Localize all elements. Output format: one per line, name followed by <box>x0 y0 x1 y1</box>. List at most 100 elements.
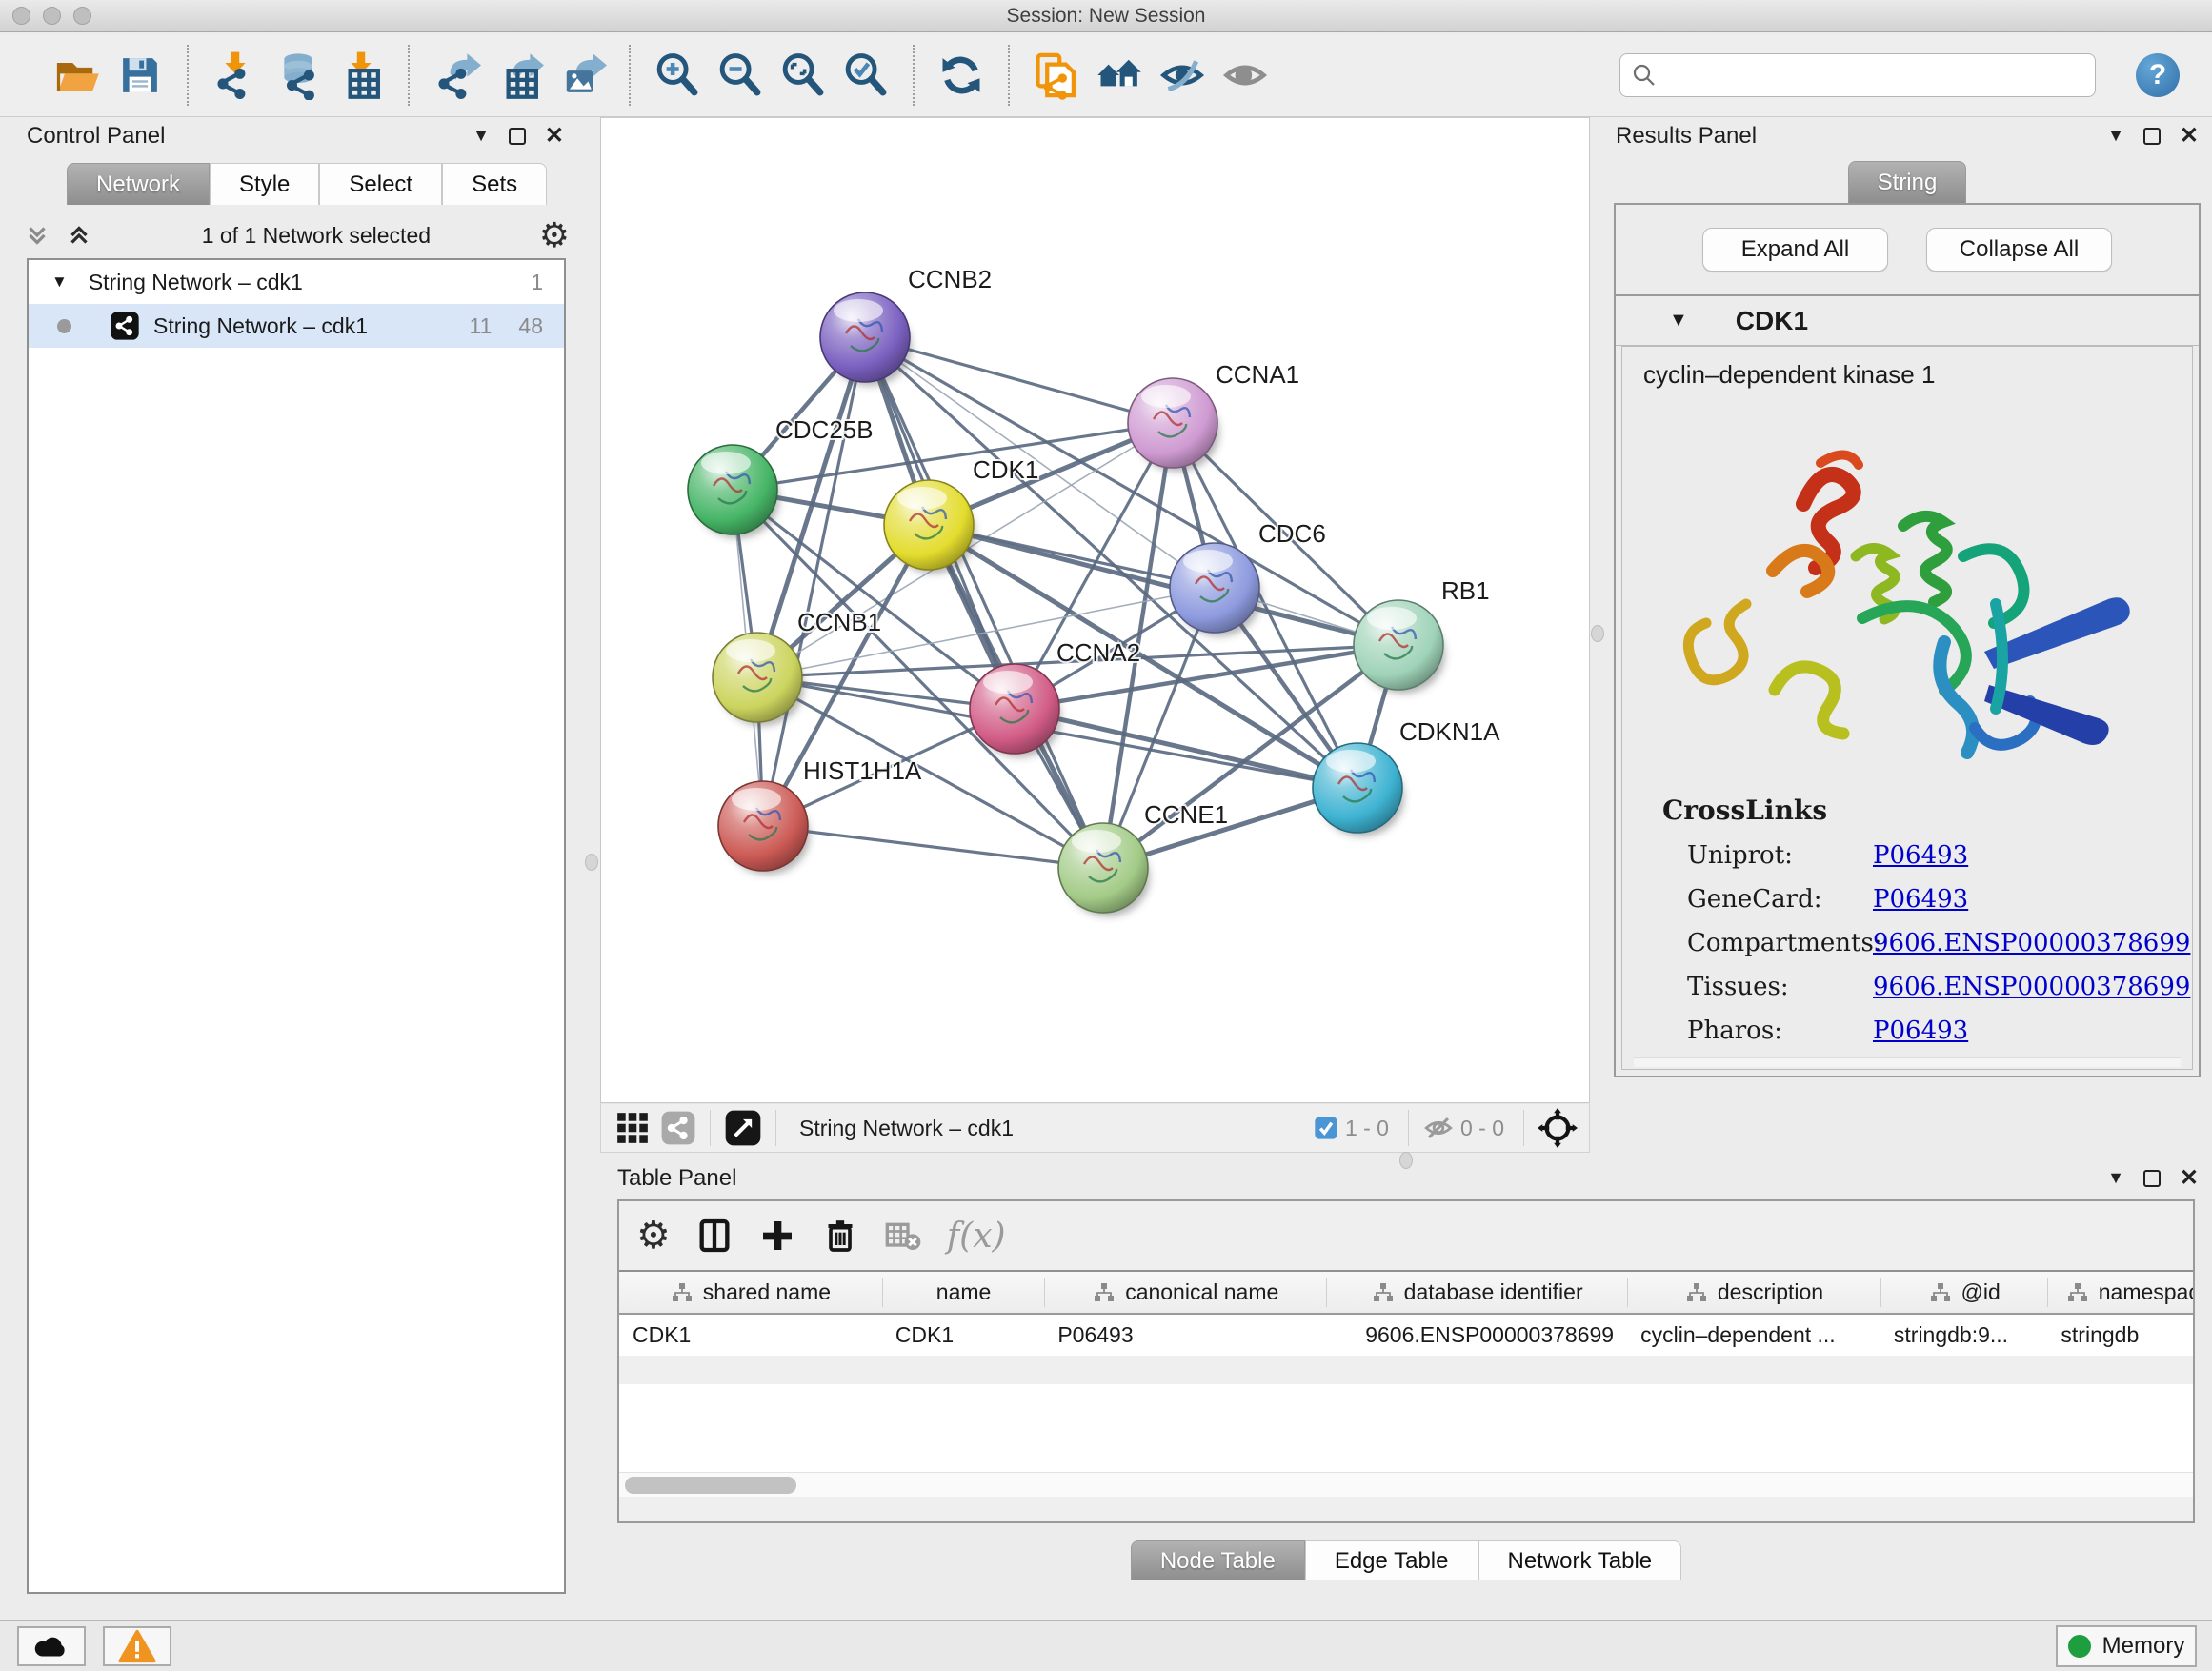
cell-description[interactable]: cyclin–dependent ... <box>1627 1314 1880 1356</box>
create-column-plus-icon[interactable] <box>758 1217 796 1255</box>
import-table-button[interactable] <box>334 49 388 102</box>
results-float-icon[interactable] <box>2143 128 2161 145</box>
column-header-shared-name[interactable]: shared name <box>619 1272 882 1314</box>
edge-HIST1H1A-CCNE1[interactable] <box>763 826 1103 868</box>
table-options-gear-icon[interactable]: ⚙ <box>636 1214 671 1258</box>
node-CCNE1[interactable]: CCNE1 <box>1058 800 1228 916</box>
tab-sets[interactable]: Sets <box>442 163 547 205</box>
results-collapse-icon[interactable]: ▼ <box>2107 126 2124 146</box>
delete-column-trash-icon[interactable] <box>821 1217 859 1255</box>
expand-all-button[interactable]: Expand All <box>1702 228 1888 272</box>
panel-float-icon[interactable] <box>509 128 526 145</box>
node-HIST1H1A[interactable]: HIST1H1A <box>718 756 922 875</box>
warnings-button[interactable] <box>103 1626 171 1666</box>
function-builder-icon[interactable]: f(x) <box>947 1217 1006 1256</box>
show-all-button[interactable] <box>1218 49 1272 102</box>
delete-table-icon[interactable] <box>884 1217 922 1255</box>
left-splitter-handle[interactable] <box>585 854 598 871</box>
table-row[interactable]: CDK1CDK1P064939606.ENSP00000378699cyclin… <box>619 1314 2193 1356</box>
first-neighbors-button[interactable] <box>1093 49 1146 102</box>
tab-network-table[interactable]: Network Table <box>1478 1540 1682 1580</box>
duplicate-network-button[interactable] <box>1030 49 1083 102</box>
tab-network[interactable]: Network <box>67 163 210 205</box>
zoom-out-button[interactable] <box>714 49 767 102</box>
table-scrollbar-thumb[interactable] <box>625 1477 796 1494</box>
crosslink-value-link[interactable]: P06493 <box>1873 841 1968 870</box>
panel-close-icon[interactable]: ✕ <box>545 122 564 150</box>
node-CCNB2[interactable]: CCNB2 <box>820 265 992 386</box>
network-share-view-icon[interactable] <box>660 1110 696 1146</box>
column-header-canonical-name[interactable]: canonical name <box>1044 1272 1326 1314</box>
column-header-description[interactable]: description <box>1627 1272 1880 1314</box>
table-close-icon[interactable]: ✕ <box>2180 1164 2199 1192</box>
refresh-button[interactable] <box>935 49 988 102</box>
node-CDK1[interactable]: CDK1 <box>884 455 1038 574</box>
edge-CDK1-RB1[interactable] <box>929 525 1398 645</box>
cloud-status-button[interactable] <box>17 1626 86 1666</box>
gene-collapse-icon[interactable]: ▼ <box>1669 310 1688 332</box>
node-CDKN1A[interactable]: CDKN1A <box>1313 717 1500 836</box>
cell-database-identifier[interactable]: 9606.ENSP00000378699 <box>1326 1314 1627 1356</box>
zoom-selected-button[interactable] <box>839 49 893 102</box>
birds-eye-view-icon[interactable] <box>724 1109 762 1147</box>
node-RB1[interactable]: RB1 <box>1354 576 1490 694</box>
show-columns-icon[interactable] <box>695 1217 734 1255</box>
column-header-name[interactable]: name <box>882 1272 1045 1314</box>
crosslink-value-link[interactable]: P06493 <box>1873 885 1968 914</box>
panel-collapse-icon[interactable]: ▼ <box>473 126 490 146</box>
crosslink-value-link[interactable]: P06493 <box>1873 1017 1968 1045</box>
zoom-in-button[interactable] <box>651 49 704 102</box>
hidden-eye-slash-icon[interactable] <box>1422 1112 1455 1144</box>
cell-canonical-name[interactable]: P06493 <box>1044 1314 1326 1356</box>
expand-all-networks-icon[interactable] <box>65 221 93 250</box>
import-network-button[interactable] <box>209 49 262 102</box>
search-input[interactable] <box>1659 63 2068 88</box>
column-header--id[interactable]: @id <box>1880 1272 2048 1314</box>
tab-node-table[interactable]: Node Table <box>1131 1540 1305 1580</box>
table-horizontal-scrollbar[interactable] <box>619 1472 2193 1497</box>
open-session-button[interactable] <box>50 49 104 102</box>
cell-name[interactable]: CDK1 <box>882 1314 1045 1356</box>
grid-view-icon[interactable] <box>614 1110 651 1146</box>
node-CCNA1[interactable]: CCNA1 <box>1128 360 1299 472</box>
cell--id[interactable]: stringdb:9... <box>1880 1314 2048 1356</box>
node-CCNB1[interactable]: CCNB1 <box>713 608 881 726</box>
tab-string[interactable]: String <box>1848 161 1967 203</box>
network-row-selected[interactable]: String Network – cdk1 11 48 <box>29 304 564 348</box>
collapse-all-networks-icon[interactable] <box>23 221 51 250</box>
results-scrollbar[interactable] <box>1634 1057 2181 1067</box>
network-collection-row[interactable]: ▼ String Network – cdk1 1 <box>29 260 564 304</box>
hide-selected-button[interactable] <box>1156 49 1209 102</box>
table-collapse-icon[interactable]: ▼ <box>2107 1168 2124 1188</box>
zoom-fit-button[interactable] <box>776 49 830 102</box>
tab-select[interactable]: Select <box>319 163 442 205</box>
table-float-icon[interactable] <box>2143 1170 2161 1187</box>
save-session-button[interactable] <box>113 49 167 102</box>
selected-checkbox-icon[interactable] <box>1313 1115 1339 1141</box>
results-close-icon[interactable]: ✕ <box>2180 122 2199 150</box>
network-options-gear-icon[interactable]: ⚙ <box>539 216 570 255</box>
export-table-button[interactable] <box>493 49 546 102</box>
cell-namespace[interactable]: stringdb <box>2047 1314 2193 1356</box>
collapse-all-button[interactable]: Collapse All <box>1926 228 2112 272</box>
help-button[interactable]: ? <box>2136 53 2180 97</box>
tab-style[interactable]: Style <box>210 163 319 205</box>
column-header-namespace[interactable]: namespace <box>2047 1272 2193 1314</box>
edge-CCNA2-CDKN1A[interactable] <box>1015 709 1357 788</box>
search-box[interactable] <box>1619 53 2096 97</box>
import-network-from-database-button[interactable] <box>271 49 325 102</box>
gene-section-header[interactable]: ▼ CDK1 <box>1616 296 2199 346</box>
column-header-database-identifier[interactable]: database identifier <box>1326 1272 1627 1314</box>
tab-edge-table[interactable]: Edge Table <box>1305 1540 1478 1580</box>
edge-CCNB2-CCNE1[interactable] <box>865 337 1103 868</box>
cell-shared-name[interactable]: CDK1 <box>619 1314 882 1356</box>
crosslink-value-link[interactable]: 9606.ENSP00000378699 <box>1873 929 2190 957</box>
collection-expand-icon[interactable]: ▼ <box>51 272 68 292</box>
node-CDC25B[interactable]: CDC25B <box>688 415 874 538</box>
crosslink-value-link[interactable]: 9606.ENSP00000378699 <box>1873 973 2190 1001</box>
export-network-button[interactable] <box>430 49 483 102</box>
export-image-button[interactable] <box>555 49 609 102</box>
fit-crosshair-icon[interactable] <box>1538 1108 1578 1148</box>
network-canvas[interactable]: CCNB2CCNA1CDC25BCDK1CDC6RB1CCNB1CCNA2CDK… <box>600 117 1590 1103</box>
memory-button[interactable]: Memory <box>2056 1625 2197 1667</box>
